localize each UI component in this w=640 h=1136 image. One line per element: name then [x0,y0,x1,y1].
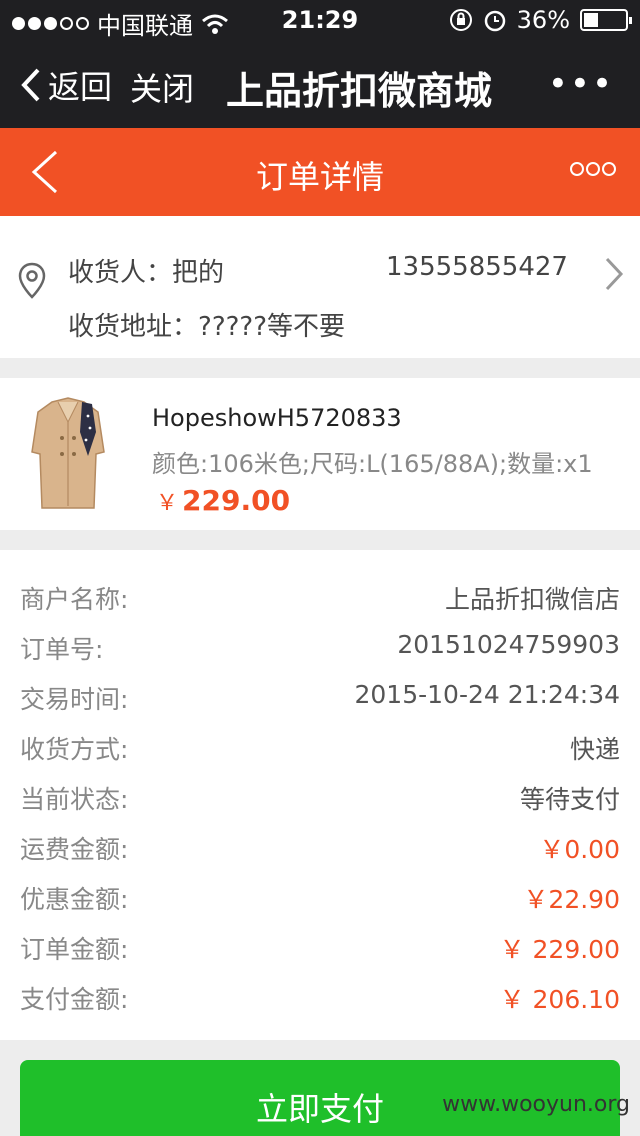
product-thumbnail [18,392,118,516]
close-button[interactable]: 关闭 [130,64,194,110]
detail-value: ￥ 229.00 [499,935,620,964]
status-right: 36% [449,6,632,34]
address-label: 收货地址： [68,312,199,342]
wechat-nav-bar: 返回 关闭 上品折扣微商城 ••• [0,42,640,128]
detail-label: 交易时间: [20,685,129,714]
address-line: 收货地址：?????等不要 [68,306,345,343]
order-details: 商户名称: 上品折扣微信店 订单号: 20151024759903 交易时间: … [0,550,640,1040]
address-value: ?????等不要 [198,312,346,342]
product-card[interactable]: HopeshowH5720833 颜色:106米色;尺码:L(165/88A);… [0,378,640,530]
detail-row: 订单金额: ￥ 229.00 [0,920,640,970]
detail-row: 运费金额: ￥0.00 [0,820,640,870]
recipient-label: 收货人： [68,258,173,288]
detail-row: 当前状态: 等待支付 [0,770,640,820]
recipient-name: 把的 [172,258,225,288]
detail-row: 交易时间: 2015-10-24 21:24:34 [0,670,640,720]
detail-label: 优惠金额: [20,885,129,914]
detail-label: 支付金额: [20,985,129,1014]
detail-value: ￥ 206.10 [499,985,620,1014]
detail-row: 支付金额: ￥ 206.10 [0,970,640,1020]
alarm-icon [484,10,505,32]
location-pin-icon [18,262,46,299]
detail-label: 运费金额: [20,835,129,864]
back-button[interactable]: 返回 [20,62,112,108]
detail-label: 订单金额: [20,935,129,964]
detail-value: 上品折扣微信店 [444,585,620,614]
detail-label: 当前状态: [20,785,129,814]
detail-label: 商户名称: [20,585,129,614]
battery-percent: 36% [516,6,570,34]
currency-symbol: ￥ [156,491,179,516]
battery-icon [580,9,632,31]
recipient-phone: 13555855427 [386,252,568,282]
detail-value: ￥0.00 [539,835,620,864]
detail-row: 订单号: 20151024759903 [0,620,640,670]
page-header: 订单详情 [0,128,640,216]
detail-label: 收货方式: [20,735,129,764]
detail-row: 优惠金额: ￥22.90 [0,870,640,920]
watermark: www.wooyun.org [442,1092,630,1117]
product-name: HopeshowH5720833 [152,404,402,432]
detail-value: 快递 [569,735,620,764]
price-value: 229.00 [182,484,291,517]
detail-value: 2015-10-24 21:24:34 [354,680,620,709]
back-label: 返回 [48,68,113,106]
detail-row: 商户名称: 上品折扣微信店 [0,570,640,620]
mall-title: 上品折扣微商城 [226,69,493,113]
detail-row: 收货方式: 快递 [0,720,640,770]
product-price: ￥ 229.00 [156,484,290,517]
detail-label: 订单号: [20,635,104,664]
orientation-lock-icon [449,9,472,31]
page-title: 订单详情 [255,158,384,196]
more-menu-button[interactable]: ••• [548,64,614,104]
chevron-left-icon [21,68,40,102]
detail-value: 20151024759903 [397,630,620,659]
product-spec: 颜色:106米色;尺码:L(165/88A);数量:x1 [152,450,593,478]
header-more-icon[interactable] [570,162,616,176]
shipping-address-card[interactable]: 收货人：把的 13555855427 收货地址：?????等不要 [0,216,640,358]
chevron-right-icon [605,257,624,291]
detail-value: ￥22.90 [523,885,620,914]
recipient: 收货人：把的 [68,252,224,289]
detail-value: 等待支付 [519,785,620,814]
status-bar: 中国联通 21:29 36% [0,0,640,42]
